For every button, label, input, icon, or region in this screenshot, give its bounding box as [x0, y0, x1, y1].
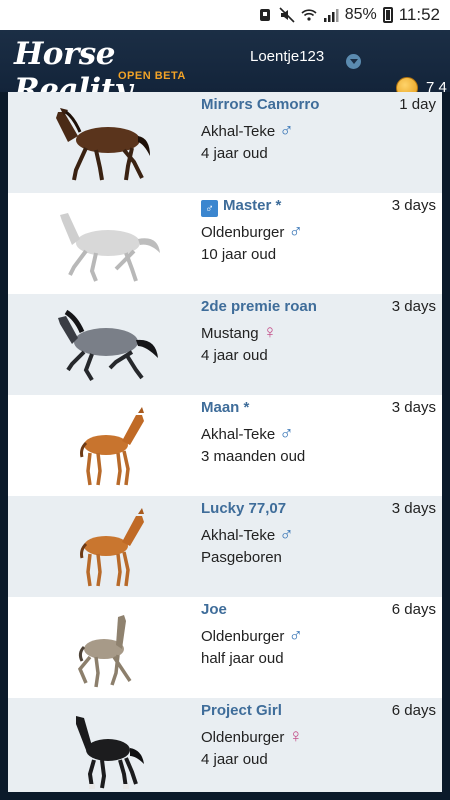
horse-name-link[interactable]: ♂ Master * [201, 197, 281, 217]
breed-label: Akhal-Teke [201, 527, 276, 544]
horse-age: 3 maanden oud [201, 448, 306, 465]
horse-breed: Mustang ♀ [201, 322, 277, 344]
horse-time: 6 days [391, 702, 436, 719]
horse-age: Pasgeboren [201, 549, 282, 566]
horse-name-text: Master * [223, 197, 282, 214]
horse-breed: Oldenburger ♂ [201, 221, 303, 243]
horse-breed: Oldenburger ♀ [201, 726, 303, 748]
horse-list: Mirrors Camorro Akhal-Teke ♂ 4 jaar oud … [8, 92, 442, 800]
horse-image [77, 615, 132, 688]
horse-name-link[interactable]: 2de premie roan [201, 298, 317, 315]
breed-label: Oldenburger [201, 729, 285, 746]
horse-time: 1 day [399, 96, 436, 113]
open-beta-badge: OPEN BETA [118, 70, 186, 82]
horse-image [76, 716, 144, 789]
horse-image [56, 108, 150, 181]
horse-image [80, 508, 144, 587]
horse-name-link[interactable]: Maan * [201, 399, 249, 416]
horse-breed: Akhal-Teke ♂ [201, 423, 294, 445]
breed-label: Akhal-Teke [201, 426, 276, 443]
horse-time: 3 days [391, 399, 436, 416]
horse-time: 3 days [391, 500, 436, 517]
app-header: Horse Reality OPEN BETA Loentje123 7 4 [0, 30, 450, 108]
clock: 11:52 [398, 5, 440, 24]
breed-label: Akhal-Teke [201, 123, 276, 140]
male-badge-icon: ♂ [201, 200, 218, 217]
horse-image [60, 213, 160, 282]
user-dropdown-icon[interactable] [346, 54, 361, 69]
signal-icon [323, 7, 339, 23]
battery-percent: 85% [344, 6, 377, 23]
horse-age: half jaar oud [201, 650, 284, 667]
mute-icon [279, 7, 295, 23]
horse-breed: Akhal-Teke ♂ [201, 524, 294, 546]
horse-name-link[interactable]: Mirrors Camorro [201, 96, 319, 113]
status-bar: 85% 11:52 [0, 0, 450, 30]
breed-label: Oldenburger [201, 224, 285, 241]
horse-image [58, 309, 158, 382]
horse-row[interactable]: Joe Oldenburger ♂ half jaar oud 6 days [8, 597, 442, 698]
male-icon: ♂ [279, 524, 294, 545]
breed-label: Oldenburger [201, 628, 285, 645]
horse-row[interactable]: Project Girl Oldenburger ♀ 4 jaar oud 6 … [8, 698, 442, 799]
horse-breed: Akhal-Teke ♂ [201, 120, 294, 142]
page-bottom-edge [0, 792, 450, 800]
horse-name-link[interactable]: Project Girl [201, 702, 282, 719]
breed-label: Mustang [201, 325, 259, 342]
female-icon: ♀ [262, 322, 277, 343]
wifi-icon [301, 7, 317, 23]
horse-name-link[interactable]: Joe [201, 601, 227, 618]
horse-image [80, 407, 144, 486]
male-icon: ♂ [288, 625, 303, 646]
horse-row[interactable]: ♂ Master * Oldenburger ♂ 10 jaar oud 3 da… [8, 193, 442, 294]
horse-row[interactable]: 2de premie roan Mustang ♀ 4 jaar oud 3 d… [8, 294, 442, 395]
male-icon: ♂ [288, 221, 303, 242]
horse-time: 3 days [391, 197, 436, 214]
horse-age: 10 jaar oud [201, 246, 277, 263]
male-icon: ♂ [279, 120, 294, 141]
notification-icon [257, 7, 273, 23]
horse-age: 4 jaar oud [201, 145, 268, 162]
horse-reality-logo[interactable]: Horse Reality OPEN BETA [14, 36, 214, 108]
horse-age: 4 jaar oud [201, 751, 268, 768]
horse-age: 4 jaar oud [201, 347, 268, 364]
horse-time: 6 days [391, 601, 436, 618]
horse-time: 3 days [391, 298, 436, 315]
female-icon: ♀ [288, 726, 303, 747]
horse-row[interactable]: Maan * Akhal-Teke ♂ 3 maanden oud 3 days [8, 395, 442, 496]
horse-row[interactable]: Mirrors Camorro Akhal-Teke ♂ 4 jaar oud … [8, 92, 442, 193]
username[interactable]: Loentje123 [250, 48, 324, 65]
male-icon: ♂ [279, 423, 294, 444]
battery-icon [382, 7, 393, 23]
horse-row[interactable]: Lucky 77,07 Akhal-Teke ♂ Pasgeboren 3 da… [8, 496, 442, 597]
horse-name-link[interactable]: Lucky 77,07 [201, 500, 286, 517]
horse-breed: Oldenburger ♂ [201, 625, 303, 647]
